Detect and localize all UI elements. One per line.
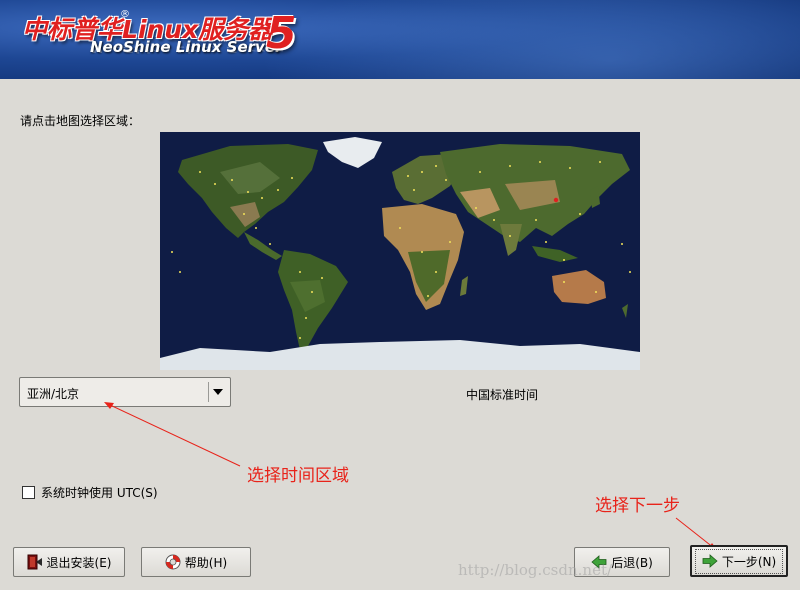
brand-version-number: 5: [266, 8, 297, 59]
timezone-description: 中国标准时间: [466, 388, 539, 402]
next-label: 下一步(N): [721, 554, 777, 569]
timezone-combo[interactable]: 亚洲/北京: [19, 377, 231, 407]
header-banner: 中标普华Linux服务器 ® NeoShine Linux Server Neo…: [0, 0, 800, 79]
watermark: http://blog.csdn.net/: [458, 561, 613, 579]
world-map[interactable]: [160, 132, 640, 370]
annotation-select-timezone: 选择时间区域: [247, 466, 349, 486]
exit-door-icon: [27, 554, 42, 570]
lifebuoy-icon: [165, 554, 181, 570]
arrow-right-icon: [702, 554, 718, 568]
help-label: 帮助(H): [184, 555, 228, 570]
dropdown-arrow-icon[interactable]: [208, 382, 227, 402]
next-button-focus-ring: 下一步(N): [694, 548, 784, 574]
next-button[interactable]: 下一步(N): [690, 545, 788, 577]
exit-install-label: 退出安装(E): [46, 555, 112, 570]
map-prompt-label: 请点击地图选择区域：: [20, 114, 141, 128]
back-label: 后退(B): [611, 555, 653, 570]
banner-swoosh: [260, 0, 800, 79]
exit-install-button[interactable]: 退出安装(E): [13, 547, 125, 577]
brand-reflection: NeoShine Linux Server: [90, 44, 283, 55]
registered-mark: ®: [120, 9, 130, 20]
help-button[interactable]: 帮助(H): [141, 547, 251, 577]
utc-checkbox-row[interactable]: 系统时钟使用 UTC(S): [22, 484, 158, 501]
timezone-combo-value: 亚洲/北京: [27, 387, 80, 401]
utc-checkbox-label: 系统时钟使用 UTC(S): [41, 486, 158, 500]
annotation-next-step: 选择下一步: [595, 496, 680, 516]
selected-location-marker: [553, 197, 559, 203]
utc-checkbox[interactable]: [22, 486, 35, 499]
